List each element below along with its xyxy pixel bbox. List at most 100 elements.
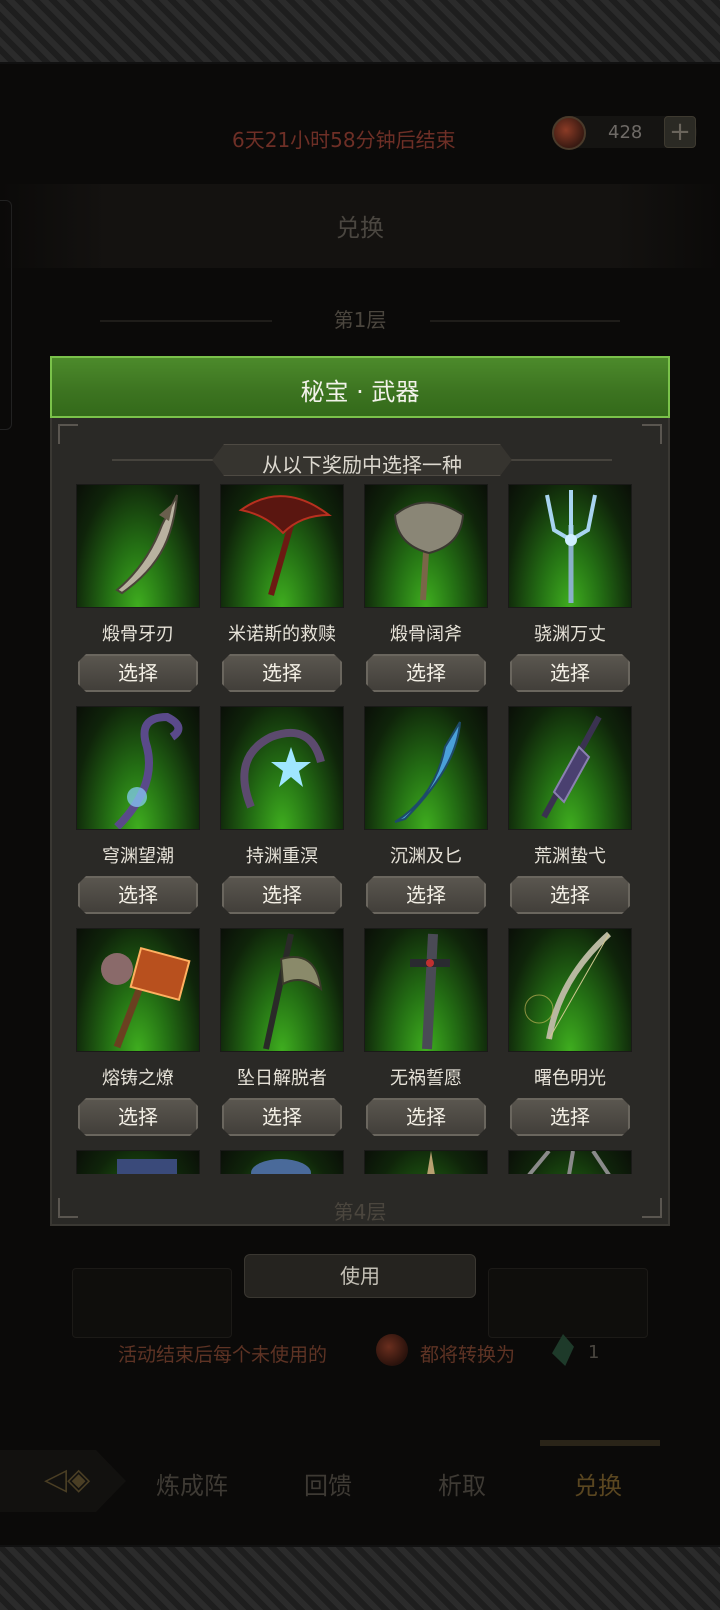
conversion-notice: 活动结束后每个未使用的 都将转换为 1 (0, 1330, 720, 1374)
currency-amount: 428 (608, 122, 643, 143)
tier-card (72, 1268, 232, 1338)
select-button[interactable]: 选择 (366, 1098, 486, 1136)
axe-icon (238, 495, 332, 596)
reward-item: 曙色明光 选择 (508, 928, 632, 1138)
item-name: 持渊重溟 (246, 846, 318, 867)
reward-item: 坠日解脱者 选择 (220, 928, 344, 1138)
tab-rewards[interactable]: 回馈 (304, 1466, 352, 1501)
crystal-icon (240, 729, 325, 809)
dagger-icon (394, 721, 461, 823)
reward-item: 持渊重溟 选择 (220, 706, 344, 916)
select-button[interactable]: 选择 (222, 1098, 342, 1136)
hammer-icon (101, 946, 191, 1049)
sword-icon (410, 933, 450, 1050)
select-button[interactable]: 选择 (510, 876, 630, 914)
reward-select-modal: 秘宝 · 武器 从以下奖励中选择一种 煅骨牙刃 选择 米诺斯的救赎 选择 煅骨阔… (50, 356, 670, 1226)
select-button[interactable]: 选择 (510, 1098, 630, 1136)
select-button[interactable]: 选择 (222, 654, 342, 692)
reward-item: 沉渊及匕 选择 (364, 706, 488, 916)
modal-body[interactable]: 从以下奖励中选择一种 煅骨牙刃 选择 米诺斯的救赎 选择 煅骨阔斧 选择 骁渊万… (50, 418, 670, 1226)
select-button[interactable]: 选择 (78, 654, 198, 692)
battleaxe-icon (393, 501, 465, 601)
item-name: 骁渊万丈 (534, 624, 606, 645)
item-name: 坠日解脱者 (237, 1068, 327, 1089)
active-tab-indicator (540, 1440, 660, 1446)
weapon-thumbnail (508, 928, 632, 1052)
subtitle-text: 从以下奖励中选择一种 (262, 453, 462, 477)
corner-ornament (58, 424, 78, 444)
select-button[interactable]: 选择 (366, 876, 486, 914)
add-currency-button[interactable]: + (664, 116, 696, 148)
select-button[interactable]: 选择 (78, 876, 198, 914)
select-button[interactable]: 选择 (366, 654, 486, 692)
reward-item: 无祸誓愿 选择 (364, 928, 488, 1138)
select-button[interactable]: 选择 (510, 654, 630, 692)
reward-item: 煅骨阔斧 选择 (364, 484, 488, 694)
tab-exchange[interactable]: 兑换 (574, 1466, 622, 1501)
weapon-thumbnail (508, 1150, 632, 1174)
currency-orb-icon (376, 1334, 408, 1366)
reward-item-partial (364, 1150, 488, 1174)
weapon-icon (117, 1159, 177, 1174)
item-name: 煅骨阔斧 (390, 624, 462, 645)
tier-4-label: 第4层 (333, 1200, 387, 1224)
bottom-frame (0, 1545, 720, 1610)
tier-1-label: 第1层 (333, 308, 387, 332)
reward-item: 煅骨牙刃 选择 (76, 484, 200, 694)
reward-item: 骁渊万丈 选择 (508, 484, 632, 694)
conversion-count: 1 (588, 1342, 600, 1363)
exchange-banner: 兑换 (0, 184, 720, 268)
reward-item: 荒渊蛰弋 选择 (508, 706, 632, 916)
weapon-thumbnail (364, 928, 488, 1052)
weapon-thumbnail (220, 484, 344, 608)
back-arrow-icon: ◁◈ (44, 1462, 91, 1497)
weapon-thumbnail (76, 1150, 200, 1174)
bow-icon (524, 931, 612, 1040)
tab-array[interactable]: 炼成阵 (156, 1466, 228, 1501)
item-name: 米诺斯的救赎 (228, 624, 336, 645)
weapon-thumbnail (76, 706, 200, 830)
subtitle-line (112, 459, 212, 461)
event-timer: 6天21小时58分钟后结束 (232, 128, 456, 152)
weapon-thumbnail (76, 484, 200, 608)
weapon-thumbnail (364, 484, 488, 608)
item-name: 穹渊望潮 (102, 846, 174, 867)
staff-icon (114, 712, 183, 829)
notice-text-before: 活动结束后每个未使用的 (118, 1344, 328, 1366)
corner-ornament (642, 424, 662, 444)
green-gem-icon (552, 1334, 574, 1366)
blade-icon (115, 494, 178, 595)
weapon-thumbnail (508, 484, 632, 608)
weapon-thumbnail (220, 928, 344, 1052)
notice-text-after: 都将转换为 (420, 1344, 516, 1366)
select-button[interactable]: 选择 (78, 1098, 198, 1136)
reward-item: 米诺斯的救赎 选择 (220, 484, 344, 694)
spear-icon (541, 715, 602, 819)
weapon-thumbnail (364, 1150, 488, 1174)
weapon-icon (251, 1159, 311, 1174)
use-button[interactable]: 使用 (244, 1254, 476, 1298)
weapon-thumbnail (508, 706, 632, 830)
weapon-thumbnail (76, 928, 200, 1052)
weapon-thumbnail (220, 1150, 344, 1174)
select-button[interactable]: 选择 (222, 876, 342, 914)
tier-card (488, 1268, 648, 1338)
weapon-thumbnail (364, 706, 488, 830)
modal-header: 秘宝 · 武器 (50, 356, 670, 418)
subtitle-line (512, 459, 612, 461)
item-name: 曙色明光 (534, 1068, 606, 1089)
tab-extract[interactable]: 析取 (438, 1466, 486, 1501)
weapon-icon (427, 1151, 435, 1174)
item-name: 煅骨牙刃 (102, 624, 174, 645)
currency-display: 428 + (552, 116, 697, 150)
top-frame (0, 0, 720, 64)
item-name: 熔铸之燎 (102, 1068, 174, 1089)
weapon-icon (527, 1151, 611, 1174)
modal-title: 秘宝 · 武器 (300, 378, 420, 406)
reward-item: 熔铸之燎 选择 (76, 928, 200, 1138)
exchange-banner-title: 兑换 (336, 214, 384, 242)
reward-item-partial (508, 1150, 632, 1174)
back-button[interactable]: ◁◈ (0, 1450, 126, 1512)
trident-icon (545, 490, 597, 603)
reward-item-partial (76, 1150, 200, 1174)
